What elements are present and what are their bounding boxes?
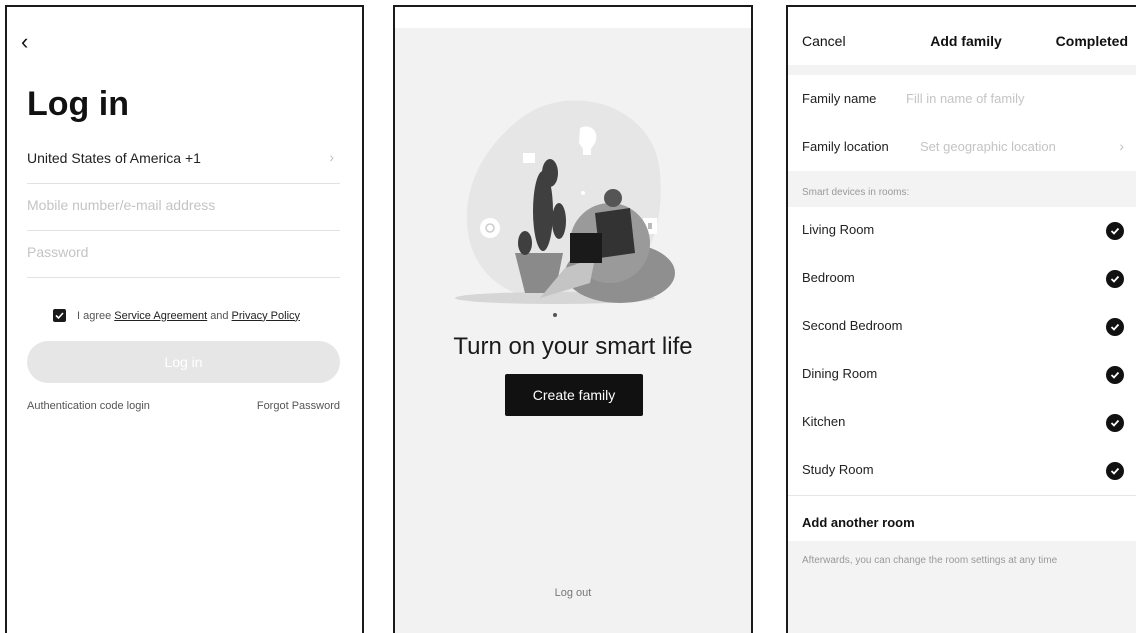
- create-family-button[interactable]: Create family: [505, 374, 643, 416]
- completed-button[interactable]: Completed: [1056, 33, 1128, 49]
- check-icon[interactable]: [1106, 366, 1124, 384]
- smart-life-illustration-icon: [455, 100, 675, 317]
- log-out-link[interactable]: Log out: [395, 587, 751, 599]
- room-name: Kitchen: [802, 414, 846, 429]
- agree-and: and: [210, 309, 229, 322]
- chevron-right-icon: ›: [1119, 138, 1124, 154]
- room-row[interactable]: Bedroom: [788, 255, 1136, 303]
- family-location-placeholder: Set geographic location: [920, 139, 1056, 154]
- welcome-screen: Turn on your smart life Create family Lo…: [393, 5, 753, 633]
- family-name-label: Family name: [802, 91, 877, 106]
- check-icon[interactable]: [1106, 270, 1124, 288]
- room-row[interactable]: Second Bedroom: [788, 303, 1136, 351]
- room-name: Study Room: [802, 462, 874, 477]
- room-name: Dining Room: [802, 366, 878, 381]
- country-selector[interactable]: United States of America +1 ›: [27, 137, 340, 184]
- room-settings-note: Afterwards, you can change the room sett…: [802, 555, 1058, 566]
- privacy-policy-link[interactable]: Privacy Policy: [232, 310, 300, 322]
- room-row[interactable]: Kitchen: [788, 399, 1136, 447]
- room-row[interactable]: Study Room: [788, 447, 1136, 496]
- check-icon[interactable]: [1106, 318, 1124, 336]
- add-another-room-button[interactable]: Add another room: [802, 515, 915, 530]
- room-name: Bedroom: [802, 270, 855, 285]
- country-label: United States of America +1: [27, 150, 201, 166]
- room-name: Living Room: [802, 222, 875, 237]
- back-arrow-icon[interactable]: ‹: [21, 29, 28, 55]
- auth-code-login-link[interactable]: Authentication code login: [27, 400, 150, 412]
- room-row[interactable]: Dining Room: [788, 351, 1136, 399]
- mobile-email-placeholder: Mobile number/e-mail address: [27, 197, 216, 213]
- agreement-row: I agree Service Agreement and Privacy Po…: [53, 309, 303, 322]
- page-title: Log in: [27, 85, 129, 123]
- room-row[interactable]: Living Room: [788, 207, 1136, 255]
- divider: [788, 65, 1136, 75]
- login-button[interactable]: Log in: [27, 341, 340, 383]
- family-name-field[interactable]: Family name Fill in name of family: [788, 75, 1136, 123]
- chevron-right-icon: ›: [329, 149, 334, 165]
- check-icon[interactable]: [1106, 222, 1124, 240]
- family-location-field[interactable]: Family location Set geographic location …: [788, 123, 1136, 171]
- password-placeholder: Password: [27, 244, 89, 260]
- agree-checkbox[interactable]: [53, 309, 66, 322]
- family-name-placeholder: Fill in name of family: [906, 91, 1025, 106]
- welcome-headline: Turn on your smart life: [453, 333, 693, 360]
- login-screen: ‹ Log in United States of America +1 › M…: [5, 5, 364, 633]
- check-icon[interactable]: [1106, 462, 1124, 480]
- agree-prefix: I agree: [77, 309, 112, 322]
- mobile-email-input[interactable]: Mobile number/e-mail address: [27, 184, 340, 231]
- family-location-label: Family location: [802, 139, 889, 154]
- room-name: Second Bedroom: [802, 318, 903, 333]
- section-title: Smart devices in rooms:: [802, 187, 910, 198]
- password-input[interactable]: Password: [27, 231, 340, 278]
- add-family-screen: Cancel Add family Completed Family name …: [786, 5, 1136, 633]
- status-bar: [395, 7, 751, 28]
- nav-bar: Cancel Add family Completed: [788, 7, 1136, 65]
- check-icon[interactable]: [1106, 414, 1124, 432]
- service-agreement-link[interactable]: Service Agreement: [114, 310, 207, 322]
- forgot-password-link[interactable]: Forgot Password: [257, 400, 340, 412]
